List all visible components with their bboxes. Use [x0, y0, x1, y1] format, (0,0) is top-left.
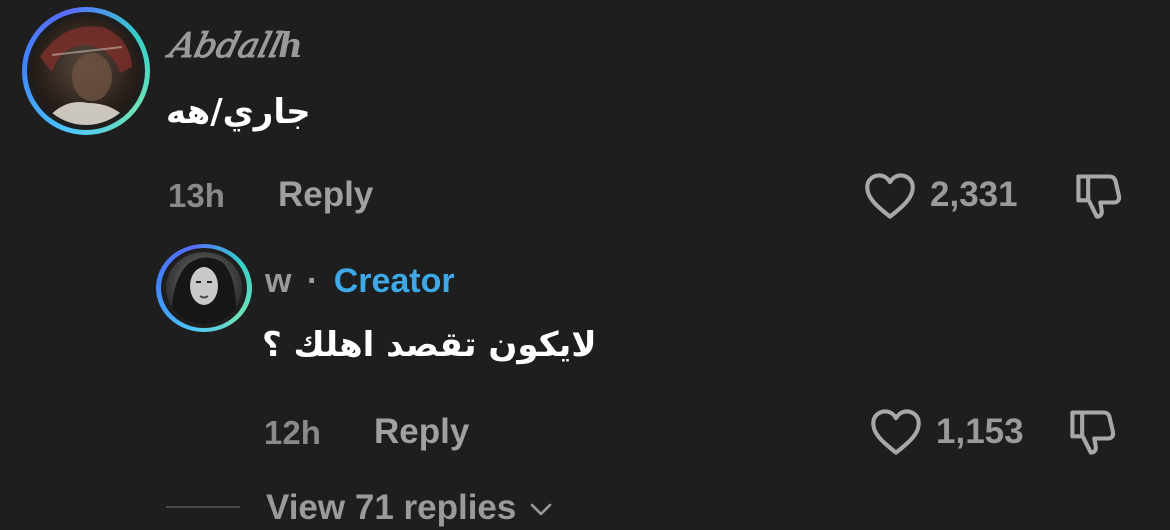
comment-username[interactable]: w — [265, 262, 291, 300]
avatar-ring[interactable] — [22, 7, 150, 135]
avatar — [166, 252, 242, 324]
avatar-photo — [40, 26, 132, 125]
comment-timestamp: 12h — [264, 414, 321, 451]
like-count: 1,153 — [936, 412, 1024, 451]
thumbs-down-icon[interactable] — [1073, 170, 1125, 222]
like-count: 2,331 — [930, 175, 1018, 214]
heart-outline-icon[interactable] — [864, 172, 916, 220]
comment-username[interactable]: 𝐴𝑏𝑑𝑎𝑙𝑙ℎ — [168, 26, 303, 66]
avatar-ring[interactable] — [156, 244, 252, 332]
heart-outline-icon[interactable] — [870, 408, 922, 456]
chevron-down-icon — [530, 503, 552, 516]
reply-button[interactable]: Reply — [278, 175, 373, 215]
view-replies-label: View 71 replies — [266, 488, 517, 527]
avatar-photo — [171, 257, 237, 324]
thumbs-down-icon[interactable] — [1067, 406, 1119, 458]
comment-text: جاري/هه — [166, 92, 311, 132]
view-replies-button[interactable]: View 71 replies — [266, 488, 552, 528]
thread-divider — [166, 506, 240, 508]
comment-header: w · Creator — [265, 262, 455, 301]
comment-timestamp: 13h — [168, 177, 225, 214]
separator-dot: · — [306, 262, 319, 300]
creator-badge: Creator — [333, 262, 455, 300]
comment-text: لايكون تقصد اهلك ؟ — [262, 325, 597, 365]
avatar — [32, 17, 140, 125]
reply-button[interactable]: Reply — [374, 412, 469, 452]
